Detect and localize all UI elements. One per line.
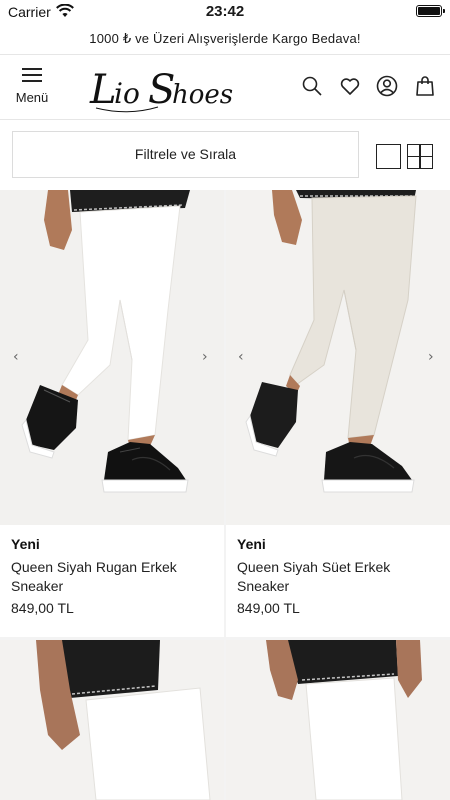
product-card[interactable] — [0, 640, 224, 800]
product-card[interactable]: ‹ › Yeni Queen Siyah Rugan Erkek Sneaker… — [0, 190, 224, 637]
heart-icon[interactable] — [338, 74, 362, 98]
filter-sort-button[interactable]: Filtrele ve Sırala — [12, 131, 359, 178]
single-column-view-icon[interactable] — [376, 144, 401, 169]
product-image[interactable]: ‹ › — [226, 190, 450, 525]
product-card[interactable] — [226, 640, 450, 800]
chevron-right-icon[interactable]: › — [428, 350, 440, 364]
product-price: 849,00 TL — [11, 600, 74, 616]
clock: 23:42 — [205, 3, 245, 20]
status-bar: Carrier 23:42 — [0, 0, 450, 24]
svg-text:L: L — [89, 67, 117, 113]
product-info: Yeni Queen Siyah Rugan Erkek Sneaker 849… — [0, 525, 224, 637]
new-badge: Yeni — [237, 536, 266, 552]
chevron-right-icon[interactable]: › — [202, 350, 214, 364]
product-image[interactable] — [0, 640, 224, 800]
new-badge: Yeni — [11, 536, 40, 552]
product-image[interactable]: ‹ › — [0, 190, 224, 525]
bag-icon[interactable] — [413, 74, 437, 98]
brand-logo[interactable]: L io S hoes — [88, 58, 238, 118]
product-price: 849,00 TL — [237, 600, 300, 616]
product-grid: ‹ › Yeni Queen Siyah Rugan Erkek Sneaker… — [0, 190, 450, 800]
account-icon[interactable] — [375, 74, 399, 98]
svg-text:hoes: hoes — [172, 80, 233, 110]
product-card[interactable]: ‹ › Yeni Queen Siyah Süet Erkek Sneaker … — [226, 190, 450, 637]
product-name[interactable]: Queen Siyah Rugan Erkek Sneaker — [11, 558, 213, 596]
search-icon[interactable] — [300, 74, 324, 98]
shipping-announcement: 1000 ₺ ve Üzeri Alışverişlerde Kargo Bed… — [0, 25, 450, 55]
chevron-left-icon[interactable]: ‹ — [13, 350, 25, 364]
product-info: Yeni Queen Siyah Süet Erkek Sneaker 849,… — [226, 525, 450, 637]
grid-view-icon[interactable] — [407, 144, 433, 169]
product-name[interactable]: Queen Siyah Süet Erkek Sneaker — [237, 558, 439, 596]
svg-text:io: io — [114, 77, 140, 110]
site-header: Menü L io S hoes — [0, 56, 450, 120]
menu-button[interactable]: Menü — [12, 68, 52, 108]
product-image[interactable] — [226, 640, 450, 800]
chevron-left-icon[interactable]: ‹ — [238, 350, 250, 364]
menu-label: Menü — [15, 90, 49, 105]
battery-icon — [416, 5, 445, 17]
hamburger-icon — [22, 68, 42, 82]
